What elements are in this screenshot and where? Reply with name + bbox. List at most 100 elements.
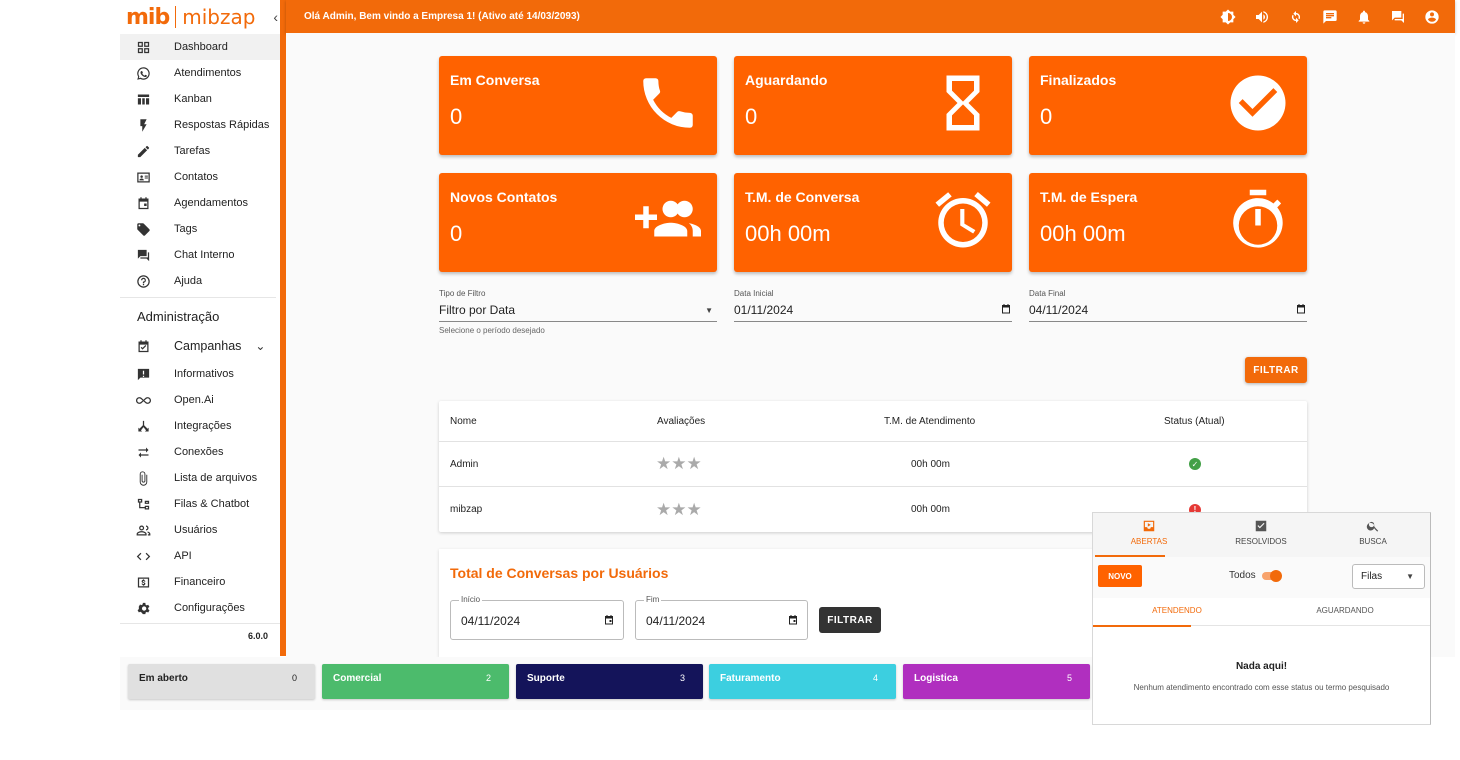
start-date-field[interactable]: Data Inicial 01/11/2024: [734, 289, 1012, 322]
show-all-switch[interactable]: [1261, 569, 1282, 582]
sidebar-item-tags[interactable]: Tags: [120, 216, 280, 242]
chat-icon[interactable]: [1381, 9, 1415, 25]
sidebar-item-agendamentos[interactable]: Agendamentos: [120, 190, 280, 216]
sidebar-item-label: Integrações: [174, 420, 232, 432]
start-date-input[interactable]: 01/11/2024: [734, 302, 1012, 322]
tickets-panel: ABERTAS RESOLVIDOS BUSCA NOVO Todos Fila…: [1092, 512, 1431, 725]
tab-abertas[interactable]: ABERTAS: [1093, 513, 1205, 557]
brand-separator: [175, 6, 177, 28]
filter-type-field[interactable]: Tipo de Filtro Filtro por Data ▼ Selecio…: [439, 289, 717, 335]
whatsapp-icon: [134, 64, 152, 82]
conversations-filter-button[interactable]: FILTRAR: [819, 607, 881, 633]
sidebar: mib mibzap ‹ Dashboard Atendimentos Kanb…: [120, 0, 280, 656]
sidebar-item-informativos[interactable]: Informativos: [120, 361, 280, 387]
sidebar-item-filas-chatbot[interactable]: Filas & Chatbot: [120, 491, 280, 517]
theme-icon[interactable]: [1211, 8, 1245, 25]
sidebar-item-usuarios[interactable]: Usuários: [120, 517, 280, 543]
sidebar-item-dashboard[interactable]: Dashboard: [120, 34, 280, 60]
volume-icon[interactable]: [1245, 9, 1279, 25]
sidebar-item-label: Agendamentos: [174, 197, 248, 209]
main-nav: Dashboard Atendimentos Kanban Respostas …: [120, 34, 280, 294]
calendar-icon[interactable]: [603, 613, 615, 631]
subtab-aguardando[interactable]: AGUARDANDO: [1261, 598, 1429, 626]
tab-label: BUSCA: [1359, 537, 1387, 546]
subtab-atendendo[interactable]: ATENDENDO: [1093, 598, 1261, 627]
refresh-icon[interactable]: [1279, 9, 1313, 25]
show-all-label: Todos: [1229, 570, 1256, 581]
sidebar-section-admin: Administração: [137, 308, 220, 324]
dropdown-arrow-icon: ▼: [705, 305, 713, 315]
dropdown-arrow-icon: ▼: [1406, 572, 1414, 581]
tab-busca[interactable]: BUSCA: [1317, 513, 1429, 557]
message-icon[interactable]: [1313, 9, 1347, 25]
empty-state-title: Nada aqui!: [1235, 661, 1288, 672]
infinity-icon: [134, 391, 152, 409]
end-date-label: Data Final: [1029, 289, 1066, 298]
sidebar-item-respostas-rapidas[interactable]: Respostas Rápidas: [120, 112, 280, 138]
sidebar-item-openai[interactable]: Open.Ai: [120, 387, 280, 413]
tab-resolvidos[interactable]: RESOLVIDOS: [1205, 513, 1317, 557]
sidebar-item-label: Chat Interno: [174, 249, 235, 261]
queue-em-aberto[interactable]: Em aberto 0: [128, 664, 315, 699]
sidebar-item-label: Respostas Rápidas: [174, 119, 270, 131]
subtab-label: ATENDENDO: [1152, 606, 1202, 615]
calendar-icon[interactable]: [1295, 303, 1307, 318]
sidebar-item-api[interactable]: API: [120, 543, 280, 569]
conversations-end-date[interactable]: Fim 04/11/2024: [635, 595, 808, 640]
app-version: 6.0.0: [120, 623, 280, 647]
sidebar-item-ajuda[interactable]: Ajuda: [120, 268, 280, 294]
check-circle-icon: [1225, 70, 1291, 136]
card-aguardando: Aguardando 0: [734, 56, 1012, 155]
sidebar-item-label: Conexões: [174, 446, 224, 458]
conversations-start-date[interactable]: Início 04/11/2024: [450, 595, 624, 640]
bell-icon[interactable]: [1347, 9, 1381, 25]
sidebar-item-atendimentos[interactable]: Atendimentos: [120, 60, 280, 86]
calendar-icon[interactable]: [1000, 303, 1012, 318]
pencil-icon: [134, 142, 152, 160]
queue-name: Faturamento: [720, 673, 781, 684]
conversations-by-users: Total de Conversas por Usuários Início 0…: [439, 549, 1094, 657]
queue-comercial[interactable]: Comercial 2: [322, 664, 509, 699]
sidebar-item-label: Financeiro: [174, 576, 226, 588]
card-em-conversa: Em Conversa 0: [439, 56, 717, 155]
sidebar-item-label: Ajuda: [174, 275, 203, 287]
start-value: 04/11/2024: [461, 614, 521, 628]
queue-faturamento[interactable]: Faturamento 4: [709, 664, 896, 699]
queue-select[interactable]: Filas ▼: [1352, 564, 1425, 589]
sidebar-item-financeiro[interactable]: Financeiro: [120, 569, 280, 595]
filter-button[interactable]: FILTRAR: [1245, 357, 1307, 383]
sidebar-item-campanhas[interactable]: Campanhas ⌄: [120, 331, 280, 361]
filter-type-value: Filtro por Data: [439, 303, 516, 317]
new-ticket-button[interactable]: NOVO: [1098, 565, 1142, 587]
end-date-input[interactable]: 04/11/2024: [1029, 302, 1307, 322]
flash-icon: [134, 116, 152, 134]
collapse-sidebar-button[interactable]: ‹: [273, 9, 278, 25]
filter-type-select[interactable]: Filtro por Data ▼: [439, 302, 717, 322]
queue-count: 4: [872, 673, 878, 683]
sidebar-item-label: Tags: [174, 223, 198, 235]
start-label: Início: [459, 595, 483, 604]
sidebar-item-lista-arquivos[interactable]: Lista de arquivos: [120, 465, 280, 491]
sidebar-item-configuracoes[interactable]: Configurações: [120, 595, 280, 621]
sidebar-item-conexoes[interactable]: Conexões: [120, 439, 280, 465]
sidebar-item-tarefas[interactable]: Tarefas: [120, 138, 280, 164]
calendar-icon[interactable]: [787, 613, 799, 631]
end-date-field[interactable]: Data Final 04/11/2024: [1029, 289, 1307, 322]
account-icon[interactable]: [1415, 9, 1449, 25]
sidebar-item-kanban[interactable]: Kanban: [120, 86, 280, 112]
card-value: 0: [1040, 104, 1053, 129]
empty-state-text: Nenhum atendimento encontrado com esse s…: [1133, 683, 1390, 692]
timer-icon: [1225, 187, 1291, 253]
sidebar-item-contatos[interactable]: Contatos: [120, 164, 280, 190]
card-label: Em Conversa: [450, 72, 540, 88]
show-all-toggle[interactable]: Todos: [1229, 569, 1282, 582]
sidebar-item-integracoes[interactable]: Integrações: [120, 413, 280, 439]
queue-suporte[interactable]: Suporte 3: [516, 664, 703, 699]
hourglass-icon: [930, 70, 996, 136]
sidebar-item-chat-interno[interactable]: Chat Interno: [120, 242, 280, 268]
section-title: Total de Conversas por Usuários: [450, 565, 669, 581]
card-tm-conversa: T.M. de Conversa 00h 00m: [734, 173, 1012, 272]
queue-logistica[interactable]: Logistica 5: [903, 664, 1090, 699]
tag-icon: [134, 220, 152, 238]
phone-icon: [635, 70, 701, 136]
